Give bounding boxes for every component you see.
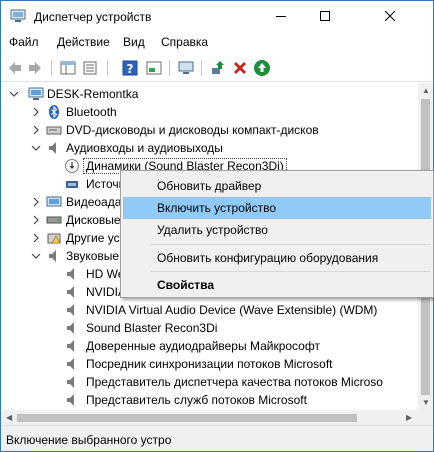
close-icon [385,11,395,21]
scrollbar-corner [418,410,433,425]
sound-device-icon [67,286,74,298]
chevron-down-icon[interactable] [31,143,41,153]
menu-view[interactable]: Вид [123,35,145,49]
tree-node-label: Представитель служб потоков Microsoft [86,393,307,407]
toolbar-separator [107,60,108,76]
computer-icon [28,87,44,100]
dvd-drive-icon [46,126,62,135]
update-driver-icon[interactable] [209,59,227,77]
tree-node-stream-services[interactable]: Представитель служб потоков Microsoft [2,391,418,409]
chevron-down-icon[interactable] [31,251,41,261]
status-bar: Включение выбранного устро [1,425,433,451]
properties-list-icon[interactable] [81,59,99,77]
show-hide-console-tree-icon[interactable] [59,59,77,77]
scan-hardware-icon[interactable] [177,59,195,77]
context-menu: Обновить драйвер Включить устройство Уда… [120,170,434,298]
tree-node-label: Sound Blaster Recon3Di [86,321,218,335]
tree-root-label: DESK-Remontka [47,87,139,101]
scroll-right-icon[interactable]: ▶ [406,414,412,422]
menu-file[interactable]: Файл [9,35,39,49]
chevron-right-icon[interactable] [31,233,41,243]
chevron-right-icon[interactable] [31,125,41,135]
maximize-button[interactable] [303,1,347,31]
sound-device-icon [67,358,74,370]
sound-device-icon [49,250,56,262]
device-manager-icon [10,9,26,22]
toolbar-separator [201,60,202,76]
unknown-device-icon [47,233,61,244]
tree-node-label: HD We [86,267,125,281]
bluetooth-icon [49,105,59,119]
tree-node-bluetooth[interactable]: Bluetooth [2,103,418,121]
scroll-down-icon[interactable]: ▼ [422,399,430,407]
disk-drive-icon [46,216,62,224]
tree-node-label: Доверенные аудиодрайверы Майкрософт [86,339,320,353]
sound-device-icon [67,394,74,406]
chevron-down-icon[interactable] [9,89,19,99]
tree-node-nvidia-virtual-audio[interactable]: NVIDIA Virtual Audio Device (Wave Extens… [2,301,418,319]
tree-node-sound-blaster[interactable]: Sound Blaster Recon3Di [2,319,418,337]
audio-input-icon [66,181,78,188]
chevron-right-icon[interactable] [31,215,41,225]
status-text: Включение выбранного устро [6,433,172,447]
chevron-right-icon[interactable] [31,107,41,117]
tree-node-label: Аудиовходы и аудиовыходы [66,141,223,155]
minimize-button[interactable] [259,1,303,31]
menu-bar: Файл Действие Вид Справка [1,31,433,54]
menu-scan-hardware[interactable]: Обновить конфигурацию оборудования [123,247,431,269]
tree-node-label: Дисковые [66,213,121,227]
sound-device-icon [67,322,74,334]
menu-help[interactable]: Справка [161,35,208,49]
run-properties-icon[interactable] [145,59,163,77]
tree-node-label: Представитель диспетчера качества потоко… [86,375,383,389]
tree-root[interactable]: DESK-Remontka [2,85,418,103]
sound-device-icon [67,304,74,316]
title-bar[interactable]: Диспетчер устройств [1,1,433,31]
toolbar-separator [51,60,52,76]
tree-node-label: NVIDIA Virtual Audio Device (Wave Extens… [86,303,378,317]
menu-properties[interactable]: Свойства [123,274,431,296]
horizontal-scroll-thumb[interactable] [17,414,357,422]
toolbar-separator [169,60,170,76]
speaker-icon [49,142,56,154]
sound-device-icon [67,376,74,388]
uninstall-device-icon[interactable] [231,59,249,77]
scroll-left-icon[interactable]: ◀ [6,414,12,422]
menu-enable-device[interactable]: Включить устройство [123,197,431,219]
context-menu-separator [151,271,431,272]
svg-text:?: ? [127,62,134,76]
back-arrow-icon[interactable] [6,59,24,77]
tree-node-stream-sync[interactable]: Посредник синхронизации потоков Microsof… [2,355,418,373]
tree-node-dvd[interactable]: DVD-дисководы и дисководы компакт-дисков [2,121,418,139]
disabled-speaker-icon [65,159,79,173]
tree-node-trusted-audio-drivers[interactable]: Доверенные аудиодрайверы Майкрософт [2,337,418,355]
tree-node-label: DVD-дисководы и дисководы компакт-дисков [66,123,319,137]
maximize-icon [320,11,330,21]
tree-node-audio-io[interactable]: Аудиовходы и аудиовыходы [2,139,418,157]
menu-action[interactable]: Действие [57,35,110,49]
menu-update-driver[interactable]: Обновить драйвер [123,175,431,197]
tree-node-label: Bluetooth [66,105,117,119]
help-icon[interactable]: ? [121,59,139,77]
enable-device-icon[interactable] [253,59,271,77]
toolbar: ? [1,54,433,82]
menu-uninstall-device[interactable]: Удалить устройство [123,219,431,241]
close-button[interactable] [347,1,433,31]
sound-device-icon [67,340,74,352]
forward-arrow-icon[interactable] [26,59,44,77]
window-title: Диспетчер устройств [34,10,152,24]
minimize-icon [276,16,286,17]
chevron-right-icon[interactable] [31,197,41,207]
tree-node-label: Посредник синхронизации потоков Microsof… [86,357,333,371]
horizontal-scrollbar[interactable]: ◀ ▶ [2,410,418,425]
display-adapter-icon [46,196,62,207]
tree-node-stream-quality[interactable]: Представитель диспетчера качества потоко… [2,373,418,391]
sound-device-icon [67,268,74,280]
context-menu-separator [151,244,431,245]
scroll-up-icon[interactable]: ▲ [422,87,430,95]
